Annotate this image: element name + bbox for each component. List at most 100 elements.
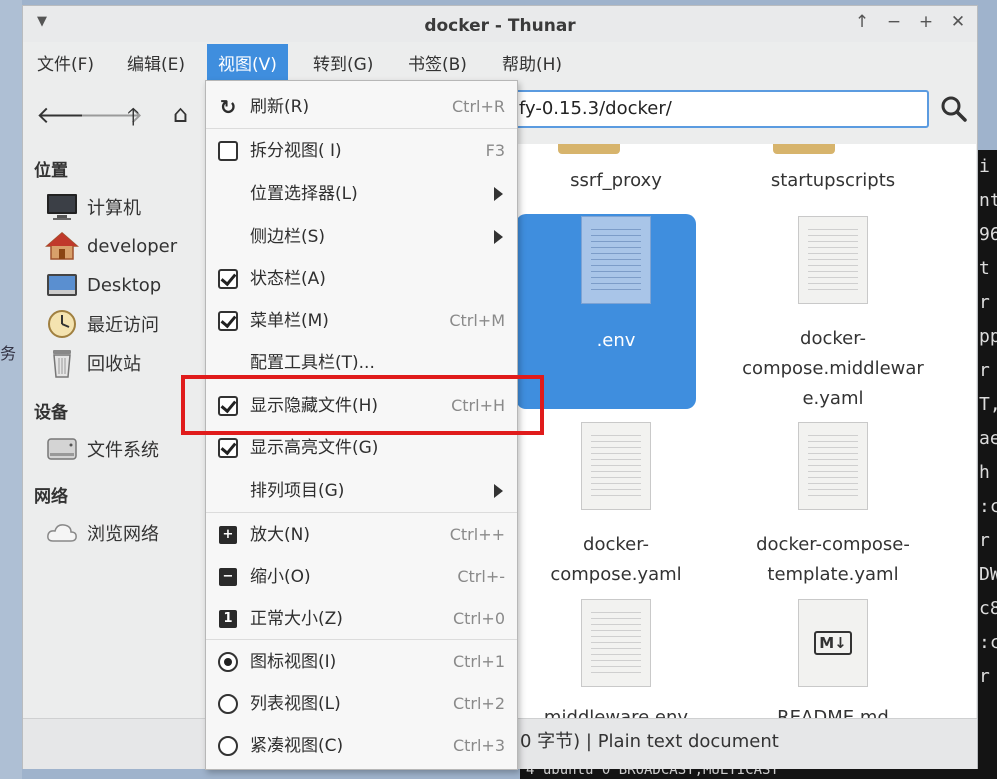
menu-item-label: 图标视图(I) (250, 652, 337, 672)
menu-item-label: 刷新(R) (250, 97, 310, 117)
text-file-icon (581, 216, 651, 304)
home-folder-icon (45, 230, 79, 262)
text-file-icon (798, 422, 868, 510)
file-item[interactable]: docker-compose- template.yaml (733, 422, 933, 590)
file-name: README.md (777, 707, 889, 718)
file-item[interactable]: docker- compose.yaml (518, 422, 716, 590)
menu-item-label: 状态栏(A) (250, 269, 326, 289)
file-item[interactable]: docker- compose.middlewar e.yaml (733, 216, 933, 414)
sidebar-item-recent[interactable]: 最近访问 (45, 307, 159, 341)
titlebar: ▼ docker - Thunar ↑ − + ✕ (23, 6, 977, 42)
file-name: ssrf_proxy (570, 170, 662, 191)
menu-file[interactable]: 文件(F) (26, 44, 105, 86)
search-button[interactable] (935, 90, 973, 128)
sidebar-heading-devices: 设备 (34, 403, 68, 423)
menu-item-sidebar[interactable]: 侧边栏(S) (206, 217, 517, 257)
location-bar[interactable]: fy-0.15.3/docker/ (503, 90, 929, 128)
trash-icon (45, 347, 79, 379)
file-item[interactable]: middleware.env (518, 599, 716, 718)
file-name: .env (596, 330, 636, 351)
sidebar-item-label: 最近访问 (87, 315, 159, 336)
file-item[interactable]: M↓ README.md (733, 599, 933, 718)
window-title: docker - Thunar (424, 16, 576, 36)
home-icon[interactable]: ⌂ (173, 100, 188, 128)
radio-unselected-icon (218, 736, 238, 756)
terminal-line: r (979, 666, 990, 687)
menu-item-shortcut: Ctrl+1 (452, 652, 505, 671)
terminal-line: h (979, 462, 990, 483)
menu-edit[interactable]: 编辑(E) (116, 44, 196, 86)
checkbox-checked-icon (218, 311, 238, 331)
file-name-line: e.yaml (802, 388, 864, 409)
file-item[interactable]: startupscripts (733, 166, 933, 196)
menu-item-label: 缩小(O) (250, 567, 311, 587)
submenu-arrow-icon (494, 230, 503, 244)
menu-item-label: 排列项目(G) (250, 481, 345, 501)
submenu-arrow-icon (494, 484, 503, 498)
file-name-line: compose.yaml (550, 564, 682, 585)
menu-item-location-selector[interactable]: 位置选择器(L) (206, 174, 517, 214)
sidebar-item-desktop[interactable]: Desktop (45, 268, 161, 302)
checkbox-checked-icon (218, 438, 238, 458)
sidebar-item-label: 计算机 (87, 198, 141, 219)
file-name-line: compose.middlewar (742, 358, 924, 379)
close-icon[interactable]: ✕ (949, 12, 967, 32)
terminal-line: i (979, 156, 990, 177)
menu-item-list-view[interactable]: 列表视图(L) Ctrl+2 (206, 684, 517, 724)
menu-item-shortcut: Ctrl++ (449, 525, 505, 544)
maximize-icon[interactable]: + (917, 12, 935, 32)
menu-item-menubar[interactable]: 菜单栏(M) Ctrl+M (206, 301, 517, 341)
menu-item-zoom-in[interactable]: + 放大(N) Ctrl++ (206, 515, 517, 555)
sidebar-heading-network: 网络 (34, 487, 68, 507)
file-view[interactable]: ssrf_proxy startupscripts .env docker- c… (518, 144, 976, 718)
minimize-icon[interactable]: − (885, 12, 903, 32)
terminal-line: r (979, 292, 990, 313)
status-text: 0 字节) | Plain text document (520, 731, 779, 752)
annotation-highlight-box (181, 375, 544, 435)
menu-item-label: 位置选择器(L) (250, 184, 358, 204)
terminal-line: nt (979, 190, 997, 211)
text-file-icon (798, 216, 868, 304)
sidebar-item-label: 文件系统 (87, 440, 159, 461)
terminal-line: r (979, 360, 990, 381)
menu-item-arrange-items[interactable]: 排列项目(G) (206, 471, 517, 511)
up-icon[interactable]: 🡑 (127, 100, 139, 141)
menu-item-label: 菜单栏(M) (250, 311, 329, 331)
markdown-file-icon: M↓ (798, 599, 868, 687)
menu-item-label: 紧凑视图(C) (250, 736, 344, 756)
menu-item-zoom-out[interactable]: − 缩小(O) Ctrl+- (206, 557, 517, 597)
radio-selected-icon (218, 652, 238, 672)
checkbox-unchecked-icon (218, 141, 238, 161)
terminal-line: ae (979, 428, 997, 449)
sidebar-item-trash[interactable]: 回收站 (45, 346, 141, 380)
sidebar-item-filesystem[interactable]: 文件系统 (45, 432, 159, 466)
keep-above-icon[interactable]: ↑ (853, 12, 871, 32)
zoom-out-icon: − (219, 568, 237, 586)
menu-item-split-view[interactable]: 拆分视图( I) F3 (206, 131, 517, 171)
sidebar-item-label: Desktop (87, 274, 162, 296)
menu-item-normal-size[interactable]: 1 正常大小(Z) Ctrl+0 (206, 599, 517, 639)
menu-item-label: 正常大小(Z) (250, 609, 343, 629)
zoom-in-icon: + (219, 526, 237, 544)
computer-icon (45, 191, 79, 223)
sidebar-item-home[interactable]: developer (45, 229, 177, 263)
menu-item-label: 侧边栏(S) (250, 227, 326, 247)
menu-item-icon-view[interactable]: 图标视图(I) Ctrl+1 (206, 642, 517, 682)
sidebar-item-label: 回收站 (87, 354, 141, 375)
menu-item-refresh[interactable]: ↻ 刷新(R) Ctrl+R (206, 87, 517, 127)
sidebar-item-computer[interactable]: 计算机 (45, 190, 141, 224)
zoom-normal-icon: 1 (219, 610, 237, 628)
menu-item-shortcut: Ctrl+- (457, 567, 505, 586)
refresh-icon: ↻ (219, 95, 237, 119)
sidebar-item-browse-network[interactable]: 浏览网络 (45, 516, 159, 550)
file-name: middleware.env (543, 707, 689, 718)
file-item-selected[interactable]: .env (518, 214, 716, 409)
sidebar-heading-places: 位置 (34, 161, 68, 181)
menu-item-compact-view[interactable]: 紧凑视图(C) Ctrl+3 (206, 726, 517, 766)
terminal-line: 96 (979, 224, 997, 245)
menu-item-shortcut: Ctrl+0 (452, 609, 505, 628)
terminal-line: t (979, 258, 990, 279)
cloud-icon (45, 517, 79, 549)
menu-item-statusbar[interactable]: 状态栏(A) (206, 259, 517, 299)
file-item[interactable]: ssrf_proxy (518, 166, 716, 196)
